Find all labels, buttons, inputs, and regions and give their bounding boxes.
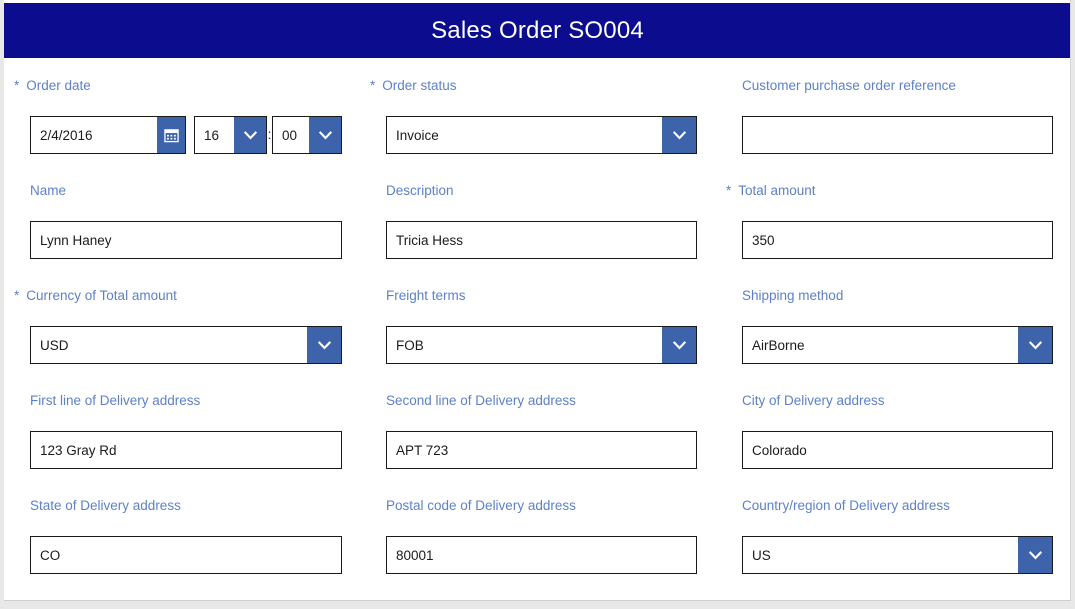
shipping-method-dropdown-button[interactable] [1018, 327, 1052, 363]
calendar-picker-button[interactable] [157, 117, 185, 153]
field-total-amount-label: * Total amount [726, 183, 1056, 199]
order-hour-dropdown-button[interactable] [234, 117, 266, 153]
required-asterisk: * [370, 78, 376, 93]
name-input[interactable]: Lynn Haney [30, 221, 342, 259]
field-delivery-address-city: City of Delivery address [742, 393, 1070, 409]
field-description-label: Description [386, 183, 454, 198]
delivery-address-country-dropdown-button[interactable] [1018, 537, 1052, 573]
shipping-method-select[interactable]: AirBorne [742, 326, 1053, 364]
form-header-bar: Sales Order SO004 [4, 3, 1070, 58]
shipping-method-value[interactable]: AirBorne [743, 327, 1018, 363]
chevron-down-icon [243, 130, 257, 139]
delivery-address-country-value[interactable]: US [743, 537, 1018, 573]
field-order-status-label: * Order status [370, 78, 710, 94]
order-date-input[interactable]: 2/4/2016 [30, 116, 186, 154]
field-delivery-address-postal-code: Postal code of Delivery address [386, 498, 716, 514]
total-amount-input[interactable]: 350 [742, 221, 1053, 259]
form-body: * Order date 2/4/2016 16: 00 * Order st… [4, 58, 1070, 600]
field-customer-po-reference: Customer purchase order reference [742, 78, 1062, 94]
field-shipping-method-label: Shipping method [742, 288, 844, 303]
chevron-down-icon [1028, 340, 1042, 349]
chevron-down-icon [1028, 550, 1042, 559]
field-order-date-label-text: Order date [26, 78, 91, 93]
description-input[interactable]: Tricia Hess [386, 221, 697, 259]
required-asterisk: * [14, 288, 20, 303]
required-asterisk: * [726, 183, 732, 198]
delivery-address-city-input[interactable]: Colorado [742, 431, 1053, 469]
order-hour-value[interactable]: 16 [195, 117, 234, 153]
field-order-date-label: * Order date [14, 78, 354, 94]
freight-terms-select[interactable]: FOB [386, 326, 697, 364]
order-time-group: 16 : 00 [194, 116, 342, 154]
field-total-amount: * Total amount [726, 183, 1056, 199]
field-delivery-address-country: Country/region of Delivery address [742, 498, 1070, 514]
delivery-address-state-input[interactable]: CO [30, 536, 342, 574]
delivery-address-line2-input[interactable]: APT 723 [386, 431, 697, 469]
order-minute-dropdown-button[interactable] [309, 117, 341, 153]
order-hour-stepper[interactable]: 16 [194, 116, 267, 154]
currency-dropdown-button[interactable] [307, 327, 341, 363]
order-minute-stepper[interactable]: 00 [272, 116, 342, 154]
freight-terms-dropdown-button[interactable] [662, 327, 696, 363]
field-order-status-label-text: Order status [382, 78, 457, 93]
field-shipping-method: Shipping method [742, 288, 1062, 304]
order-status-dropdown-button[interactable] [662, 117, 696, 153]
field-delivery-address-line1-label: First line of Delivery address [30, 393, 201, 408]
sales-order-card: Sales Order SO004 * Order date 2/4/2016 [4, 0, 1071, 601]
field-customer-po-reference-label: Customer purchase order reference [742, 78, 956, 93]
field-name: Name [30, 183, 350, 199]
page-title: Sales Order SO004 [431, 16, 644, 44]
chevron-down-icon [317, 340, 331, 349]
delivery-address-country-select[interactable]: US [742, 536, 1053, 574]
field-delivery-address-postal-code-label: Postal code of Delivery address [386, 498, 576, 513]
required-asterisk: * [14, 78, 20, 93]
customer-po-reference-input[interactable] [742, 116, 1053, 154]
currency-select[interactable]: USD [30, 326, 342, 364]
field-delivery-address-line1: First line of Delivery address [30, 393, 360, 409]
chevron-down-icon [318, 130, 332, 139]
order-date-value[interactable]: 2/4/2016 [31, 117, 157, 153]
field-freight-terms: Freight terms [386, 288, 706, 304]
currency-value[interactable]: USD [31, 327, 307, 363]
field-total-amount-label-text: Total amount [738, 183, 816, 198]
freight-terms-value[interactable]: FOB [387, 327, 662, 363]
order-minute-value[interactable]: 00 [273, 117, 309, 153]
field-description: Description [386, 183, 706, 199]
chevron-down-icon [672, 130, 686, 139]
field-delivery-address-line2-label: Second line of Delivery address [386, 393, 576, 408]
page-root: Sales Order SO004 * Order date 2/4/2016 [0, 0, 1075, 609]
field-currency-of-total-amount: * Currency of Total amount [14, 288, 354, 304]
chevron-down-icon [672, 340, 686, 349]
field-freight-terms-label: Freight terms [386, 288, 466, 303]
field-currency-of-total-amount-label: * Currency of Total amount [14, 288, 354, 304]
field-currency-of-total-amount-label-text: Currency of Total amount [26, 288, 177, 303]
calendar-icon [163, 128, 179, 142]
order-status-value[interactable]: Invoice [387, 117, 662, 153]
field-delivery-address-country-label: Country/region of Delivery address [742, 498, 950, 513]
field-delivery-address-state-label: State of Delivery address [30, 498, 181, 513]
order-status-select[interactable]: Invoice [386, 116, 697, 154]
field-delivery-address-state: State of Delivery address [30, 498, 360, 514]
field-order-status: * Order status [370, 78, 710, 94]
field-name-label: Name [30, 183, 67, 198]
field-delivery-address-city-label: City of Delivery address [742, 393, 885, 408]
field-delivery-address-line2: Second line of Delivery address [386, 393, 716, 409]
delivery-address-postal-code-input[interactable]: 80001 [386, 536, 697, 574]
delivery-address-line1-input[interactable]: 123 Gray Rd [30, 431, 342, 469]
field-order-date: * Order date [14, 78, 354, 94]
